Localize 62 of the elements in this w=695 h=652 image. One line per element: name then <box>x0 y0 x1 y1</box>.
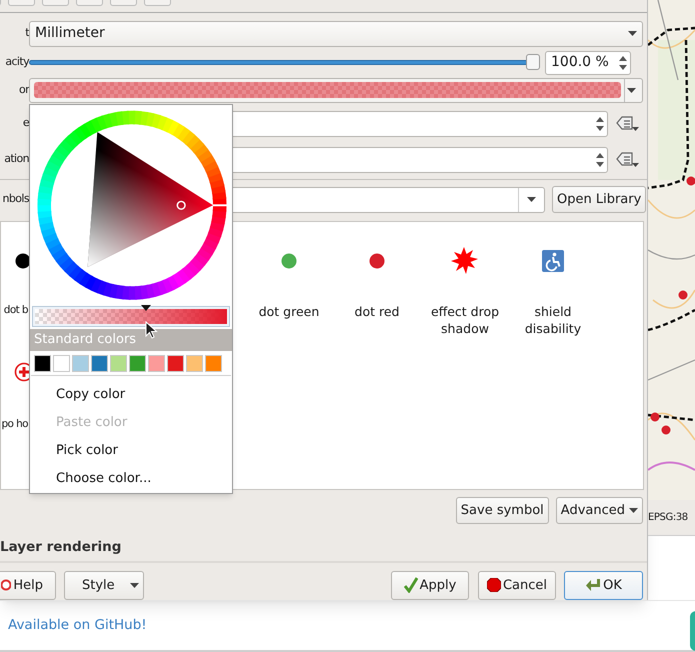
symbol-label: dot red <box>354 302 400 320</box>
help-button[interactable]: Help <box>0 570 56 600</box>
cancel-button[interactable]: Cancel <box>478 570 556 600</box>
section-title: Layer rendering <box>0 538 122 555</box>
color-swatch[interactable] <box>148 355 165 372</box>
style-button[interactable]: Style <box>64 570 144 600</box>
ok-button[interactable]: OK <box>564 570 643 600</box>
toolbar-button[interactable] <box>8 0 35 6</box>
menu-item[interactable]: Copy color <box>30 381 232 409</box>
checkmark-icon <box>404 577 418 594</box>
caret-icon <box>527 197 536 202</box>
apply-button[interactable]: Apply <box>391 570 469 600</box>
stop-icon <box>486 578 501 592</box>
field-label: t <box>25 25 29 42</box>
symbol-label: po ho <box>1 416 28 432</box>
starburst-icon <box>450 246 480 276</box>
symbol-label: dot b <box>4 302 28 318</box>
field-label: ation <box>4 151 29 168</box>
slider-handle[interactable] <box>526 54 540 70</box>
color-swatch[interactable] <box>186 355 203 372</box>
toolbar-button[interactable] <box>144 0 171 6</box>
color-button[interactable] <box>29 78 643 103</box>
cursor-icon <box>145 320 158 340</box>
github-link[interactable]: Available on GitHub! <box>8 615 147 636</box>
field-label: nbols <box>2 191 29 208</box>
lifebuoy-icon <box>1 579 12 592</box>
color-swatch[interactable] <box>167 355 184 372</box>
open-library-button[interactable]: Open Library <box>552 186 646 214</box>
symbol-label: effect drop shadow <box>430 302 500 337</box>
alpha-marker[interactable] <box>141 304 152 311</box>
color-swatch[interactable] <box>53 355 70 372</box>
enter-arrow-icon <box>585 578 602 592</box>
dropdown-caret-icon <box>627 88 636 93</box>
data-defined-icon[interactable] <box>616 114 640 133</box>
toolbar-button[interactable] <box>110 0 137 6</box>
color-swatch[interactable] <box>205 355 222 372</box>
opacity-spinbox[interactable]: 100.0 % <box>545 50 631 75</box>
menu-item[interactable]: Pick color <box>30 437 232 465</box>
advanced-button[interactable]: Advanced <box>556 497 643 524</box>
color-swatch[interactable] <box>129 355 146 372</box>
toolbar-button[interactable] <box>76 0 103 6</box>
field-label: e <box>22 115 29 132</box>
caret-icon <box>628 31 637 36</box>
crs-label[interactable]: EPSG:38 <box>648 510 688 525</box>
field-label: or <box>18 82 29 98</box>
toolbar-button[interactable] <box>42 0 69 6</box>
color-swatch[interactable] <box>110 355 127 372</box>
symbol-label: shield disability <box>524 302 582 337</box>
data-defined-icon[interactable] <box>616 150 640 169</box>
menu-item[interactable]: Choose color... <box>30 465 232 493</box>
section-header: Standard colors <box>30 329 232 351</box>
opacity-slider[interactable] <box>29 54 540 72</box>
save-symbol-button[interactable]: Save symbol <box>456 497 549 524</box>
field-label: acity <box>5 54 29 70</box>
wheelchair-icon <box>542 250 564 272</box>
symbol-label: dot green <box>258 302 320 320</box>
dropdown-caret-icon <box>629 508 638 514</box>
color-swatch[interactable] <box>34 355 51 372</box>
dropdown-caret-icon <box>130 582 139 588</box>
color-swatch[interactable] <box>72 355 89 372</box>
unit-dropdown[interactable]: Millimeter <box>29 20 643 47</box>
color-swatch[interactable] <box>91 355 108 372</box>
